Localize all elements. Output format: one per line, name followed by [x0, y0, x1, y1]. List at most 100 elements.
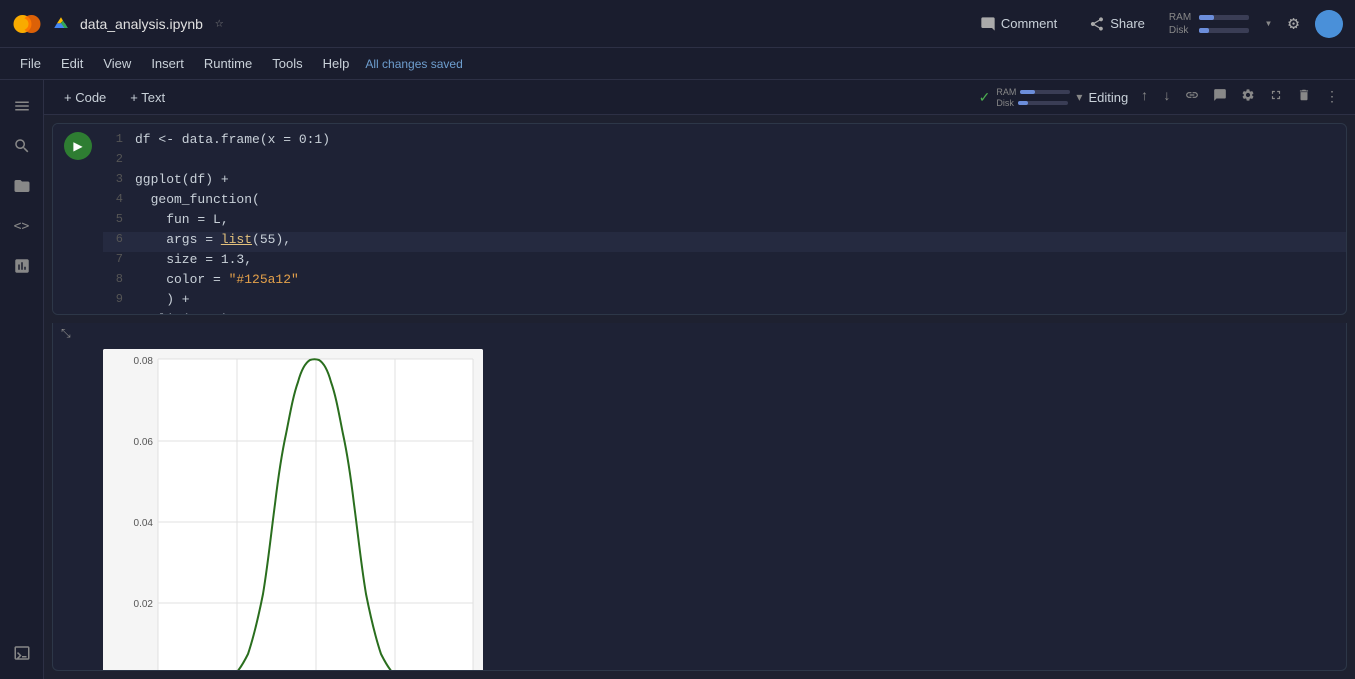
share-icon: [1089, 16, 1105, 32]
main-layout: <> + Code + Text ✓ RAM: [0, 80, 1355, 679]
editing-check-icon: ✓: [979, 89, 991, 106]
output-cell: ⤡: [52, 323, 1347, 671]
more-options-icon[interactable]: ⋮: [1321, 87, 1343, 108]
svg-text:0.06: 0.06: [134, 437, 154, 448]
line-num-7: 7: [103, 252, 135, 266]
sidebar-icon-files[interactable]: [4, 168, 40, 204]
line-num-3: 3: [103, 172, 135, 186]
output-toolbar: ⤡: [53, 323, 1346, 345]
save-status: All changes saved: [365, 57, 462, 71]
expand-cell-icon[interactable]: [1265, 86, 1287, 109]
run-button[interactable]: ▶: [64, 132, 92, 160]
cell-toolbar: + Code + Text ✓ RAM Disk ▾: [44, 80, 1355, 115]
topbar: data_analysis.ipynb ☆ Comment Share RAM: [0, 0, 1355, 48]
menu-view[interactable]: View: [95, 52, 139, 75]
sidebar-icon-search[interactable]: [4, 128, 40, 164]
svg-text:0.02: 0.02: [134, 599, 154, 610]
code-line-1: 1 df <- data.frame(x = 0:1): [103, 132, 1346, 152]
disk-bar-fill: [1199, 28, 1209, 33]
code-line-9: 9 ) +: [103, 292, 1346, 312]
menu-file[interactable]: File: [12, 52, 49, 75]
code-line-6: 6 args = list(55),: [103, 232, 1346, 252]
line-num-9: 9: [103, 292, 135, 306]
share-label: Share: [1110, 16, 1145, 31]
menu-help[interactable]: Help: [315, 52, 358, 75]
line-num-8: 8: [103, 272, 135, 286]
comment-label: Comment: [1001, 16, 1057, 31]
line-num-10: 10: [103, 312, 135, 315]
add-code-label: + Code: [64, 90, 106, 105]
line-content-9: ) +: [135, 292, 1346, 307]
sidebar-icon-code[interactable]: <>: [4, 208, 40, 244]
add-code-button[interactable]: + Code: [56, 86, 114, 109]
chart-container: 0.00 0.02 0.04 0.06 0.08 0.00 0.25 0.50 …: [103, 349, 483, 671]
menu-insert[interactable]: Insert: [143, 52, 192, 75]
menu-runtime[interactable]: Runtime: [196, 52, 260, 75]
menu-tools[interactable]: Tools: [264, 52, 310, 75]
line-content-2: [135, 152, 1346, 167]
colab-logo: [12, 9, 42, 39]
code-line-7: 7 size = 1.3,: [103, 252, 1346, 272]
notebook-area: + Code + Text ✓ RAM Disk ▾: [44, 80, 1355, 679]
toolbar-ram-label: RAM: [996, 87, 1016, 97]
disk-label: Disk: [1169, 25, 1195, 36]
line-content-8: color = "#125a12": [135, 272, 1346, 287]
sidebar-icon-menu[interactable]: [4, 88, 40, 124]
line-num-2: 2: [103, 152, 135, 166]
chart-svg: 0.00 0.02 0.04 0.06 0.08 0.00 0.25 0.50 …: [103, 349, 483, 671]
line-content-4: geom_function(: [135, 192, 1346, 207]
line-content-10: xlim(0, 1): [135, 312, 1346, 315]
avatar-image: [1315, 10, 1343, 38]
comment-cell-icon[interactable]: [1209, 86, 1231, 109]
avatar[interactable]: [1315, 10, 1343, 38]
menu-edit[interactable]: Edit: [53, 52, 91, 75]
editing-collapse-arrow[interactable]: ▾: [1076, 90, 1082, 104]
sidebar-icon-terminal[interactable]: [4, 635, 40, 671]
drive-icon: [52, 15, 70, 33]
topbar-right: Comment Share RAM Disk ▾: [972, 10, 1343, 38]
code-line-5: 5 fun = L,: [103, 212, 1346, 232]
line-num-1: 1: [103, 132, 135, 146]
line-content-1: df <- data.frame(x = 0:1): [135, 132, 1346, 147]
add-text-button[interactable]: + Text: [122, 86, 173, 109]
move-down-icon[interactable]: ↓: [1159, 87, 1175, 107]
toolbar-ram-disk[interactable]: RAM Disk: [996, 87, 1070, 108]
sidebar-icon-chart[interactable]: [4, 248, 40, 284]
delete-cell-icon[interactable]: [1293, 86, 1315, 109]
line-num-4: 4: [103, 192, 135, 206]
code-line-3: 3 ggplot(df) +: [103, 172, 1346, 192]
code-content[interactable]: 1 df <- data.frame(x = 0:1) 2 3 ggplot(d…: [103, 124, 1346, 314]
settings-cell-icon[interactable]: [1237, 86, 1259, 109]
ram-disk-usage[interactable]: RAM Disk: [1169, 12, 1249, 36]
line-num-5: 5: [103, 212, 135, 226]
star-icon[interactable]: ☆: [215, 15, 223, 32]
ram-bar-fill: [1199, 15, 1214, 20]
left-sidebar: <>: [0, 80, 44, 679]
filename[interactable]: data_analysis.ipynb: [80, 16, 203, 32]
svg-text:0.04: 0.04: [134, 518, 154, 529]
toolbar-disk-label: Disk: [996, 98, 1014, 108]
drive-icon-area: [52, 15, 70, 33]
link-icon[interactable]: [1181, 86, 1203, 109]
code-line-8: 8 color = "#125a12": [103, 272, 1346, 292]
line-content-3: ggplot(df) +: [135, 172, 1346, 187]
line-content-6: args = list(55),: [135, 232, 1346, 247]
disk-bar-bg: [1199, 28, 1249, 33]
output-expand-icon[interactable]: ⤡: [61, 327, 71, 341]
code-line-4: 4 geom_function(: [103, 192, 1346, 212]
svg-text:0.08: 0.08: [134, 356, 154, 367]
run-button-area: ▶: [53, 124, 103, 314]
cell-toolbar-right-icons: ↑ ↓ ⋮: [1136, 86, 1343, 109]
comment-button[interactable]: Comment: [972, 12, 1065, 36]
settings-icon[interactable]: ⚙: [1288, 13, 1299, 35]
share-button[interactable]: Share: [1081, 12, 1153, 36]
code-line-10: 10 xlim(0, 1): [103, 312, 1346, 315]
code-line-2: 2: [103, 152, 1346, 172]
add-text-label: + Text: [130, 90, 165, 105]
ram-bar-bg: [1199, 15, 1249, 20]
line-content-7: size = 1.3,: [135, 252, 1346, 267]
editing-label: Editing: [1088, 90, 1128, 105]
move-up-icon[interactable]: ↑: [1136, 87, 1152, 107]
line-num-6: 6: [103, 232, 135, 246]
ram-disk-collapse-arrow[interactable]: ▾: [1265, 16, 1272, 31]
